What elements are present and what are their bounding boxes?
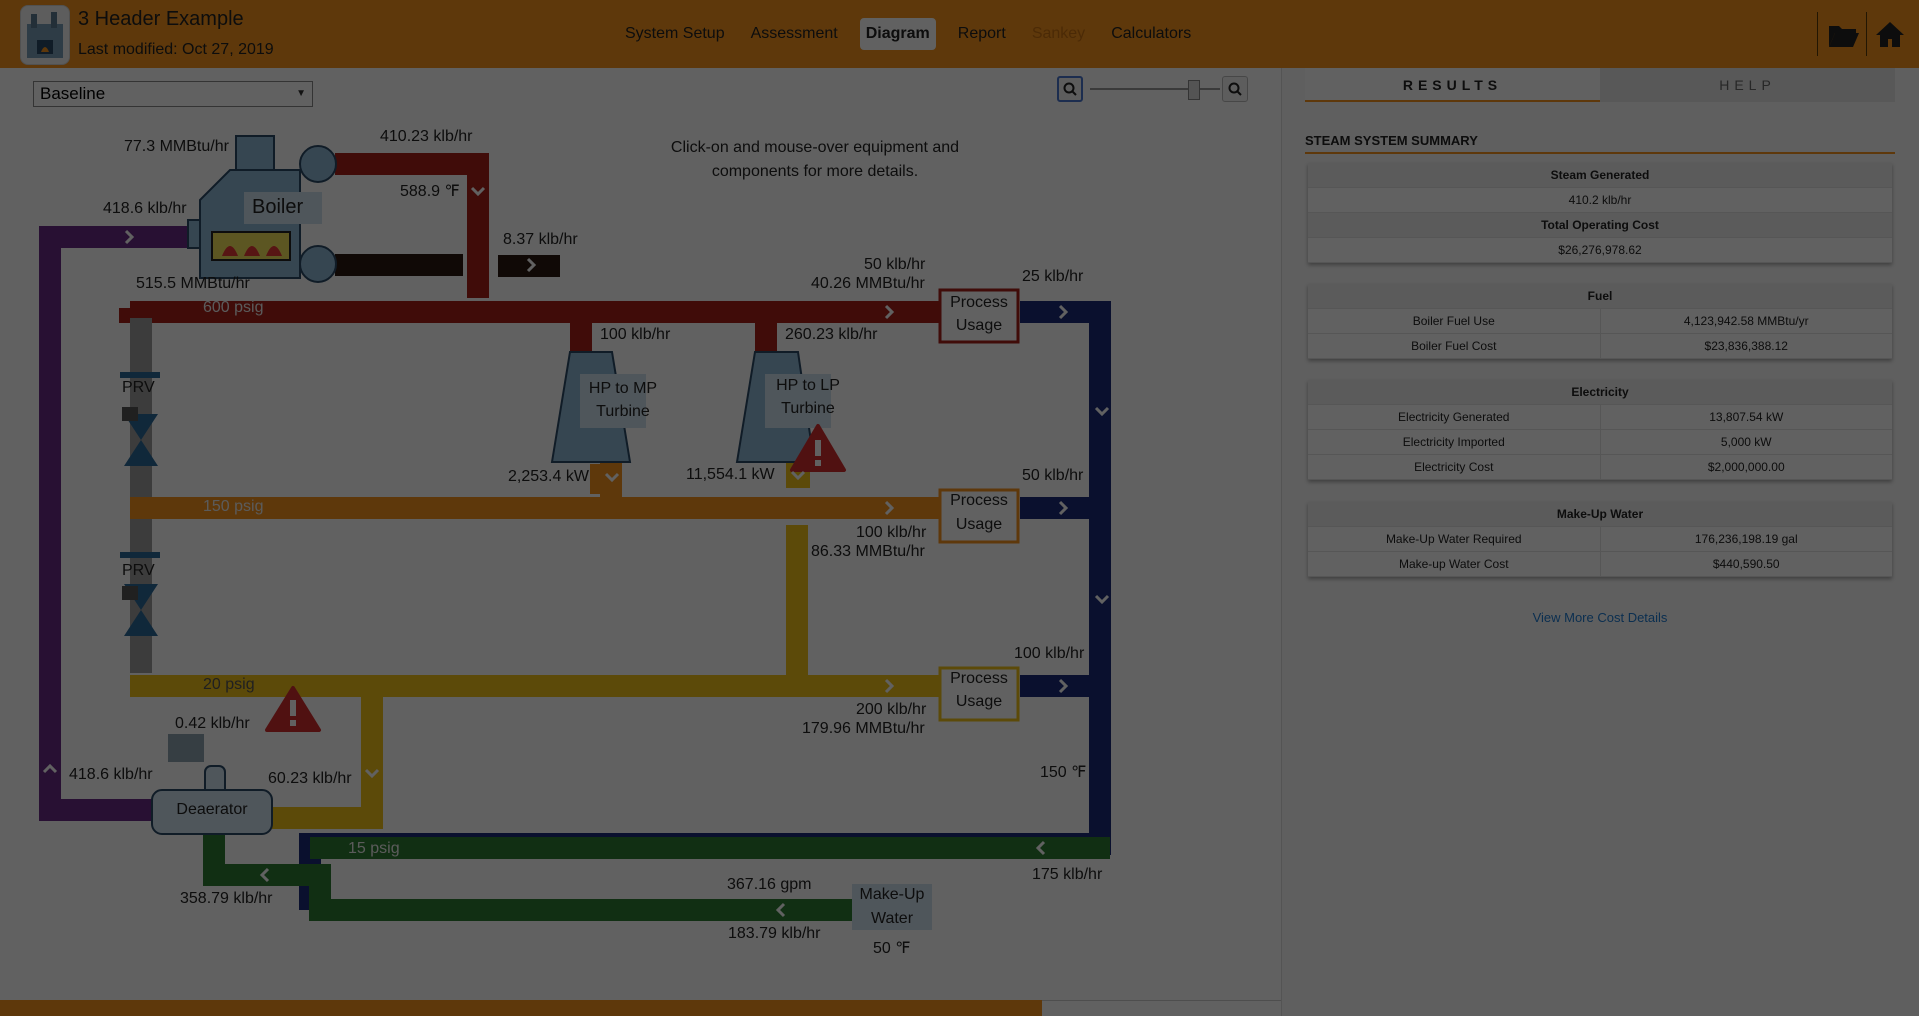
view-more-cost-details-link[interactable]: View More Cost Details [1308,610,1892,625]
lp-header-label: 20 psig [203,676,255,693]
makeup-water-label-2: Water [870,910,914,927]
process-mp-in-energy: 86.33 MMBtu/hr [811,543,925,560]
steam-generated-value: 410.2 klb/hr [1568,193,1632,207]
table-row: Electricity Imported 5,000 kW [1308,430,1892,455]
boiler-steam-temp-label: 588.9 ℉ [400,183,460,200]
condensate-header-label: 15 psig [348,840,400,857]
home-icon[interactable] [1870,14,1910,54]
makeup-water-gpm: 367.16 gpm [727,876,812,893]
turbine-hp-lp-power: 11,554.1 kW [686,466,775,483]
fuel-card: Fuel Boiler Fuel Use 4,123,942.58 MMBtu/y… [1308,284,1892,359]
row-value: 13,807.54 kW [1599,405,1893,429]
row-label: Boiler Fuel Cost [1411,339,1497,353]
steam-summary-card: Steam Generated 410.2 klb/hr Total Opera… [1308,163,1892,263]
boiler-fuel-label: 77.3 MMBtu/hr [124,138,229,155]
header-divider [1817,12,1818,56]
process-lp-return-flow: 100 klb/hr [1014,645,1085,662]
mp-header-label: 150 psig [203,498,264,515]
turbine-hp-lp-label-2: Turbine [781,400,835,417]
process-usage-label-1: Process [950,294,1008,311]
makeup-water-flow: 183.79 klb/hr [728,925,821,942]
steam-generated-header: Steam Generated [1550,168,1650,182]
horizontal-scrollbar[interactable] [1042,1000,1281,1017]
table-row: Electricity Generated 13,807.54 kW [1308,405,1892,430]
condensate-temp: 150 ℉ [1040,764,1087,781]
process-hp-in-energy: 40.26 MMBtu/hr [811,275,925,292]
summary-title: STEAM SYSTEM SUMMARY [1305,133,1478,148]
process-hp-return-flow: 25 klb/hr [1022,268,1084,285]
table-row: Make-up Water Cost $440,590.50 [1308,552,1892,577]
deaerator-label: Deaerator [176,801,248,818]
makeup-water-temp: 50 ℉ [873,940,911,957]
diagram-labels: 77.3 MMBtu/hr 410.23 klb/hr 588.9 ℉ 418.… [0,0,1281,1000]
header-divider [1866,12,1867,56]
boiler-steam-flow-label: 410.23 klb/hr [380,128,473,145]
makeup-water-card: Make-Up Water Make-Up Water Required 176,… [1308,502,1892,577]
bottom-bar [0,1000,1042,1016]
row-value: $440,590.50 [1599,552,1893,576]
deaerator-vent-flow: 0.42 klb/hr [175,715,250,732]
makeup-water-label-1: Make-Up [859,886,925,903]
row-value: $2,000,000.00 [1599,455,1893,479]
turbine-hp-mp-label-2: Turbine [596,403,650,420]
hp-header-label: 600 psig [203,299,264,316]
deaerator-water-in: 358.79 klb/hr [180,890,273,907]
row-label: Electricity Generated [1398,410,1510,424]
deaerator-lp-in: 60.23 klb/hr [268,770,352,787]
table-row: Electricity Cost $2,000,000.00 [1308,455,1892,480]
table-row: Make-Up Water Required 176,236,198.19 gal [1308,527,1892,552]
row-value: 4,123,942.58 MMBtu/yr [1599,309,1893,333]
folder-open-icon[interactable] [1823,14,1863,54]
row-value: 176,236,198.19 gal [1599,527,1893,551]
process-usage-label-1: Process [950,670,1008,687]
row-value: $23,836,388.12 [1599,334,1893,358]
turbine-hp-lp-flow: 260.23 klb/hr [785,326,878,343]
electricity-header: Electricity [1571,385,1629,399]
process-hp-in-flow: 50 klb/hr [864,256,926,273]
process-usage-label-2: Usage [955,516,1003,533]
blowdown-flow-label: 8.37 klb/hr [503,231,578,248]
turbine-hp-mp-power: 2,253.4 kW [508,468,589,485]
row-label: Electricity Cost [1414,460,1494,474]
prv-label: PRV [122,379,155,396]
row-label: Electricity Imported [1402,435,1505,449]
tab-results[interactable]: RESULTS [1305,68,1600,102]
row-label: Make-Up Water Required [1385,532,1522,546]
total-cost-value: $26,276,978.62 [1558,243,1642,257]
summary-divider [1305,152,1895,154]
table-row: Boiler Fuel Cost $23,836,388.12 [1308,334,1892,359]
fuel-header: Fuel [1587,289,1613,303]
total-cost-header: Total Operating Cost [1541,218,1659,232]
row-label: Boiler Fuel Use [1412,314,1495,328]
tab-help[interactable]: HELP [1600,68,1895,102]
turbine-hp-lp-label-1: HP to LP [776,377,840,394]
prv-label: PRV [122,562,155,579]
process-mp-return-flow: 50 klb/hr [1022,467,1084,484]
row-value: 5,000 kW [1599,430,1893,454]
makeup-header: Make-Up Water [1556,507,1644,521]
process-lp-in-flow: 200 klb/hr [856,701,927,718]
turbine-hp-mp-label-1: HP to MP [588,380,658,397]
turbine-hp-mp-flow: 100 klb/hr [600,326,671,343]
sidebar-tabs: RESULTS HELP [1305,68,1895,102]
deaerator-feed-out: 418.6 klb/hr [69,766,153,783]
boiler-label: Boiler [252,196,304,218]
process-usage-label-1: Process [950,492,1008,509]
process-mp-in-flow: 100 klb/hr [856,524,927,541]
process-usage-label-2: Usage [955,317,1003,334]
condensate-flow: 175 klb/hr [1032,866,1103,883]
row-label: Make-up Water Cost [1398,557,1509,571]
process-lp-in-energy: 179.96 MMBtu/hr [802,720,925,737]
electricity-card: Electricity Electricity Generated 13,807.… [1308,380,1892,480]
table-row: Boiler Fuel Use 4,123,942.58 MMBtu/yr [1308,309,1892,334]
process-usage-label-2: Usage [955,693,1003,710]
feedwater-flow-label: 418.6 klb/hr [103,200,187,217]
boiler-energy-label: 515.5 MMBtu/hr [136,275,250,292]
